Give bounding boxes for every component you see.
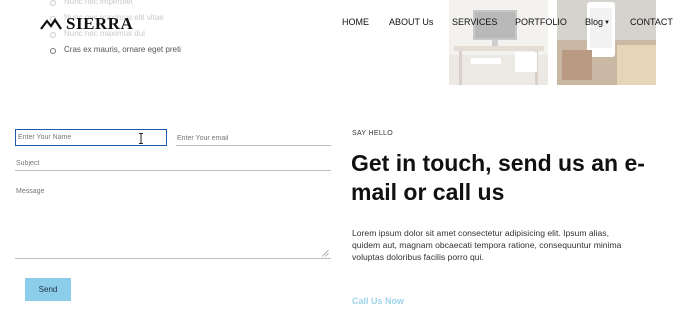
message-textarea[interactable] — [15, 188, 331, 259]
list-item: Nunc nec imperdiet — [48, 0, 328, 10]
resize-grip-icon[interactable] — [321, 249, 329, 257]
nav-portfolio[interactable]: PORTFOLIO — [515, 17, 567, 27]
workspace-image — [449, 0, 548, 85]
nav-home[interactable]: HOME — [342, 17, 369, 27]
mountain-icon — [40, 18, 62, 30]
nav-blog[interactable]: Blog▼ — [585, 17, 610, 27]
nav-blog-label: Blog — [585, 17, 604, 27]
brand-logo[interactable]: SIERRA — [40, 14, 133, 34]
list-item: Cras ex mauris, ornare eget preti — [48, 42, 328, 58]
email-input[interactable] — [176, 131, 331, 146]
phone-photo-image — [557, 0, 656, 85]
contact-heading: Get in touch, send us an e-mail or call … — [351, 150, 645, 205]
nav-services[interactable]: SERVICES — [452, 17, 497, 27]
section-eyebrow: SAY HELLO — [352, 130, 393, 137]
brand-name: SIERRA — [66, 14, 134, 33]
subject-input[interactable] — [15, 156, 331, 171]
text-cursor-icon — [139, 133, 143, 144]
nav-about[interactable]: ABOUT Us — [389, 17, 433, 27]
send-button[interactable]: Send — [25, 278, 71, 301]
call-us-link[interactable]: Call Us Now — [352, 296, 404, 306]
contact-description: Lorem ipsum dolor sit amet consectetur a… — [352, 228, 622, 262]
nav-contact[interactable]: CONTACT — [630, 17, 673, 27]
caret-down-icon: ▼ — [604, 20, 610, 26]
